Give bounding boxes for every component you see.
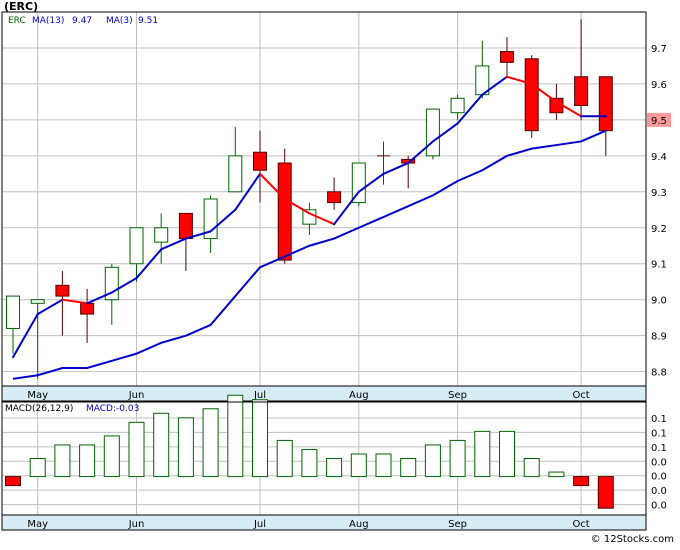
macd-bar	[301, 448, 318, 478]
price-y-tick-label: 9.2	[651, 224, 667, 235]
chart-title: (ERC)	[4, 0, 39, 13]
macd-bar	[128, 421, 145, 478]
macd-bar	[375, 453, 392, 478]
candle-body	[425, 108, 440, 157]
macd-bar	[548, 471, 565, 478]
macd-y-tick-label: 0.0	[651, 486, 667, 497]
legend-ma13-value: 9.47	[72, 16, 92, 26]
candle-body	[55, 284, 70, 297]
stock-chart: 8.8 8.9 9.0 9.1 9.2 9.3 9.4 9.5 9.6 9.7 May Jun Jul A…	[0, 0, 680, 546]
macd-title: MACD(26,12,9)	[5, 404, 73, 414]
legend-ticker: ERC	[8, 16, 26, 26]
macd-bar	[326, 458, 343, 478]
macd-value-label: MACD:-0.03	[86, 404, 139, 414]
candle-body	[30, 299, 45, 304]
price-y-tick-label: 9.4	[651, 152, 667, 163]
macd-x-tick-label: Aug	[349, 519, 369, 530]
macd-bar	[597, 476, 614, 509]
price-y-tick-label: 9.3	[651, 188, 667, 199]
macd-bar	[276, 439, 293, 478]
macd-x-tick-label: Jun	[128, 519, 145, 530]
macd-bar	[499, 430, 515, 478]
price-y-tick-label: 9.1	[651, 260, 667, 271]
macd-bar	[252, 399, 268, 478]
candle-body	[500, 51, 514, 63]
price-y-tick-label: 9.0	[651, 296, 667, 307]
macd-bar	[573, 476, 590, 487]
price-x-tick-label: Oct	[572, 390, 589, 401]
macd-bar	[474, 430, 491, 478]
macd-bar	[424, 444, 441, 478]
macd-y-tick-label: 0.1	[651, 443, 667, 454]
candle-body	[80, 302, 95, 315]
macd-x-tick-label: Sep	[448, 519, 467, 530]
macd-bar	[202, 408, 219, 478]
macd-bar	[523, 458, 540, 478]
macd-y-tick-label: 0.0	[651, 457, 667, 468]
credit-text: © 12Stocks.com	[590, 534, 674, 545]
price-y-tick-label: 8.9	[651, 332, 667, 343]
macd-bar	[79, 444, 96, 478]
macd-y-tick-label: 0.0	[651, 501, 667, 512]
macd-y-tick-label: 0.1	[651, 428, 667, 439]
legend-ma13-label: MA(13)	[32, 16, 64, 26]
macd-bar	[153, 412, 170, 478]
price-x-tick-label: Jun	[128, 390, 145, 401]
macd-bar	[103, 435, 120, 478]
macd-bar	[350, 453, 367, 478]
price-y-tick-label: 9.6	[651, 80, 667, 91]
candle-body	[178, 212, 193, 240]
candle-body	[129, 227, 144, 265]
candle-body	[228, 155, 243, 193]
macd-bar	[54, 444, 71, 478]
legend-ma3-value: 9.51	[138, 16, 158, 26]
candle-body	[574, 76, 589, 106]
candle-body	[6, 295, 20, 329]
macd-x-axis-band	[1, 514, 647, 531]
macd-bar	[227, 394, 244, 478]
macd-x-tick-label: Oct	[572, 519, 589, 530]
candle-body	[524, 58, 539, 132]
candle-body	[450, 97, 465, 114]
chart-stage: 8.8 8.9 9.0 9.1 9.2 9.3 9.4 9.5 9.6 9.7 May Jun Jul A…	[0, 0, 680, 546]
price-y-tick-label: 9.7	[651, 44, 667, 55]
macd-bar	[5, 476, 21, 487]
price-x-axis-band	[1, 385, 647, 402]
candle-body	[302, 209, 317, 225]
candle-body	[327, 191, 342, 204]
macd-bar	[449, 439, 466, 478]
macd-x-tick-label: Jul	[253, 519, 266, 530]
last-price-label: 9.5	[651, 116, 667, 127]
macd-y-tick-label: 0.1	[651, 414, 667, 425]
macd-bar	[177, 417, 194, 478]
candle-body	[277, 162, 292, 261]
price-x-tick-label: May	[27, 390, 48, 401]
macd-y-tick-label: 0.0	[651, 472, 667, 483]
macd-x-tick-label: May	[27, 519, 48, 530]
price-x-tick-label: Sep	[448, 390, 467, 401]
price-x-tick-label: Aug	[349, 390, 369, 401]
candle-body	[253, 151, 267, 171]
macd-bar	[400, 458, 417, 478]
macd-bar	[29, 458, 46, 478]
candle-body	[154, 227, 169, 243]
candle-body	[598, 76, 613, 132]
legend-ma3-label: MA(3)	[106, 16, 133, 26]
price-y-tick-label: 8.8	[651, 368, 667, 379]
